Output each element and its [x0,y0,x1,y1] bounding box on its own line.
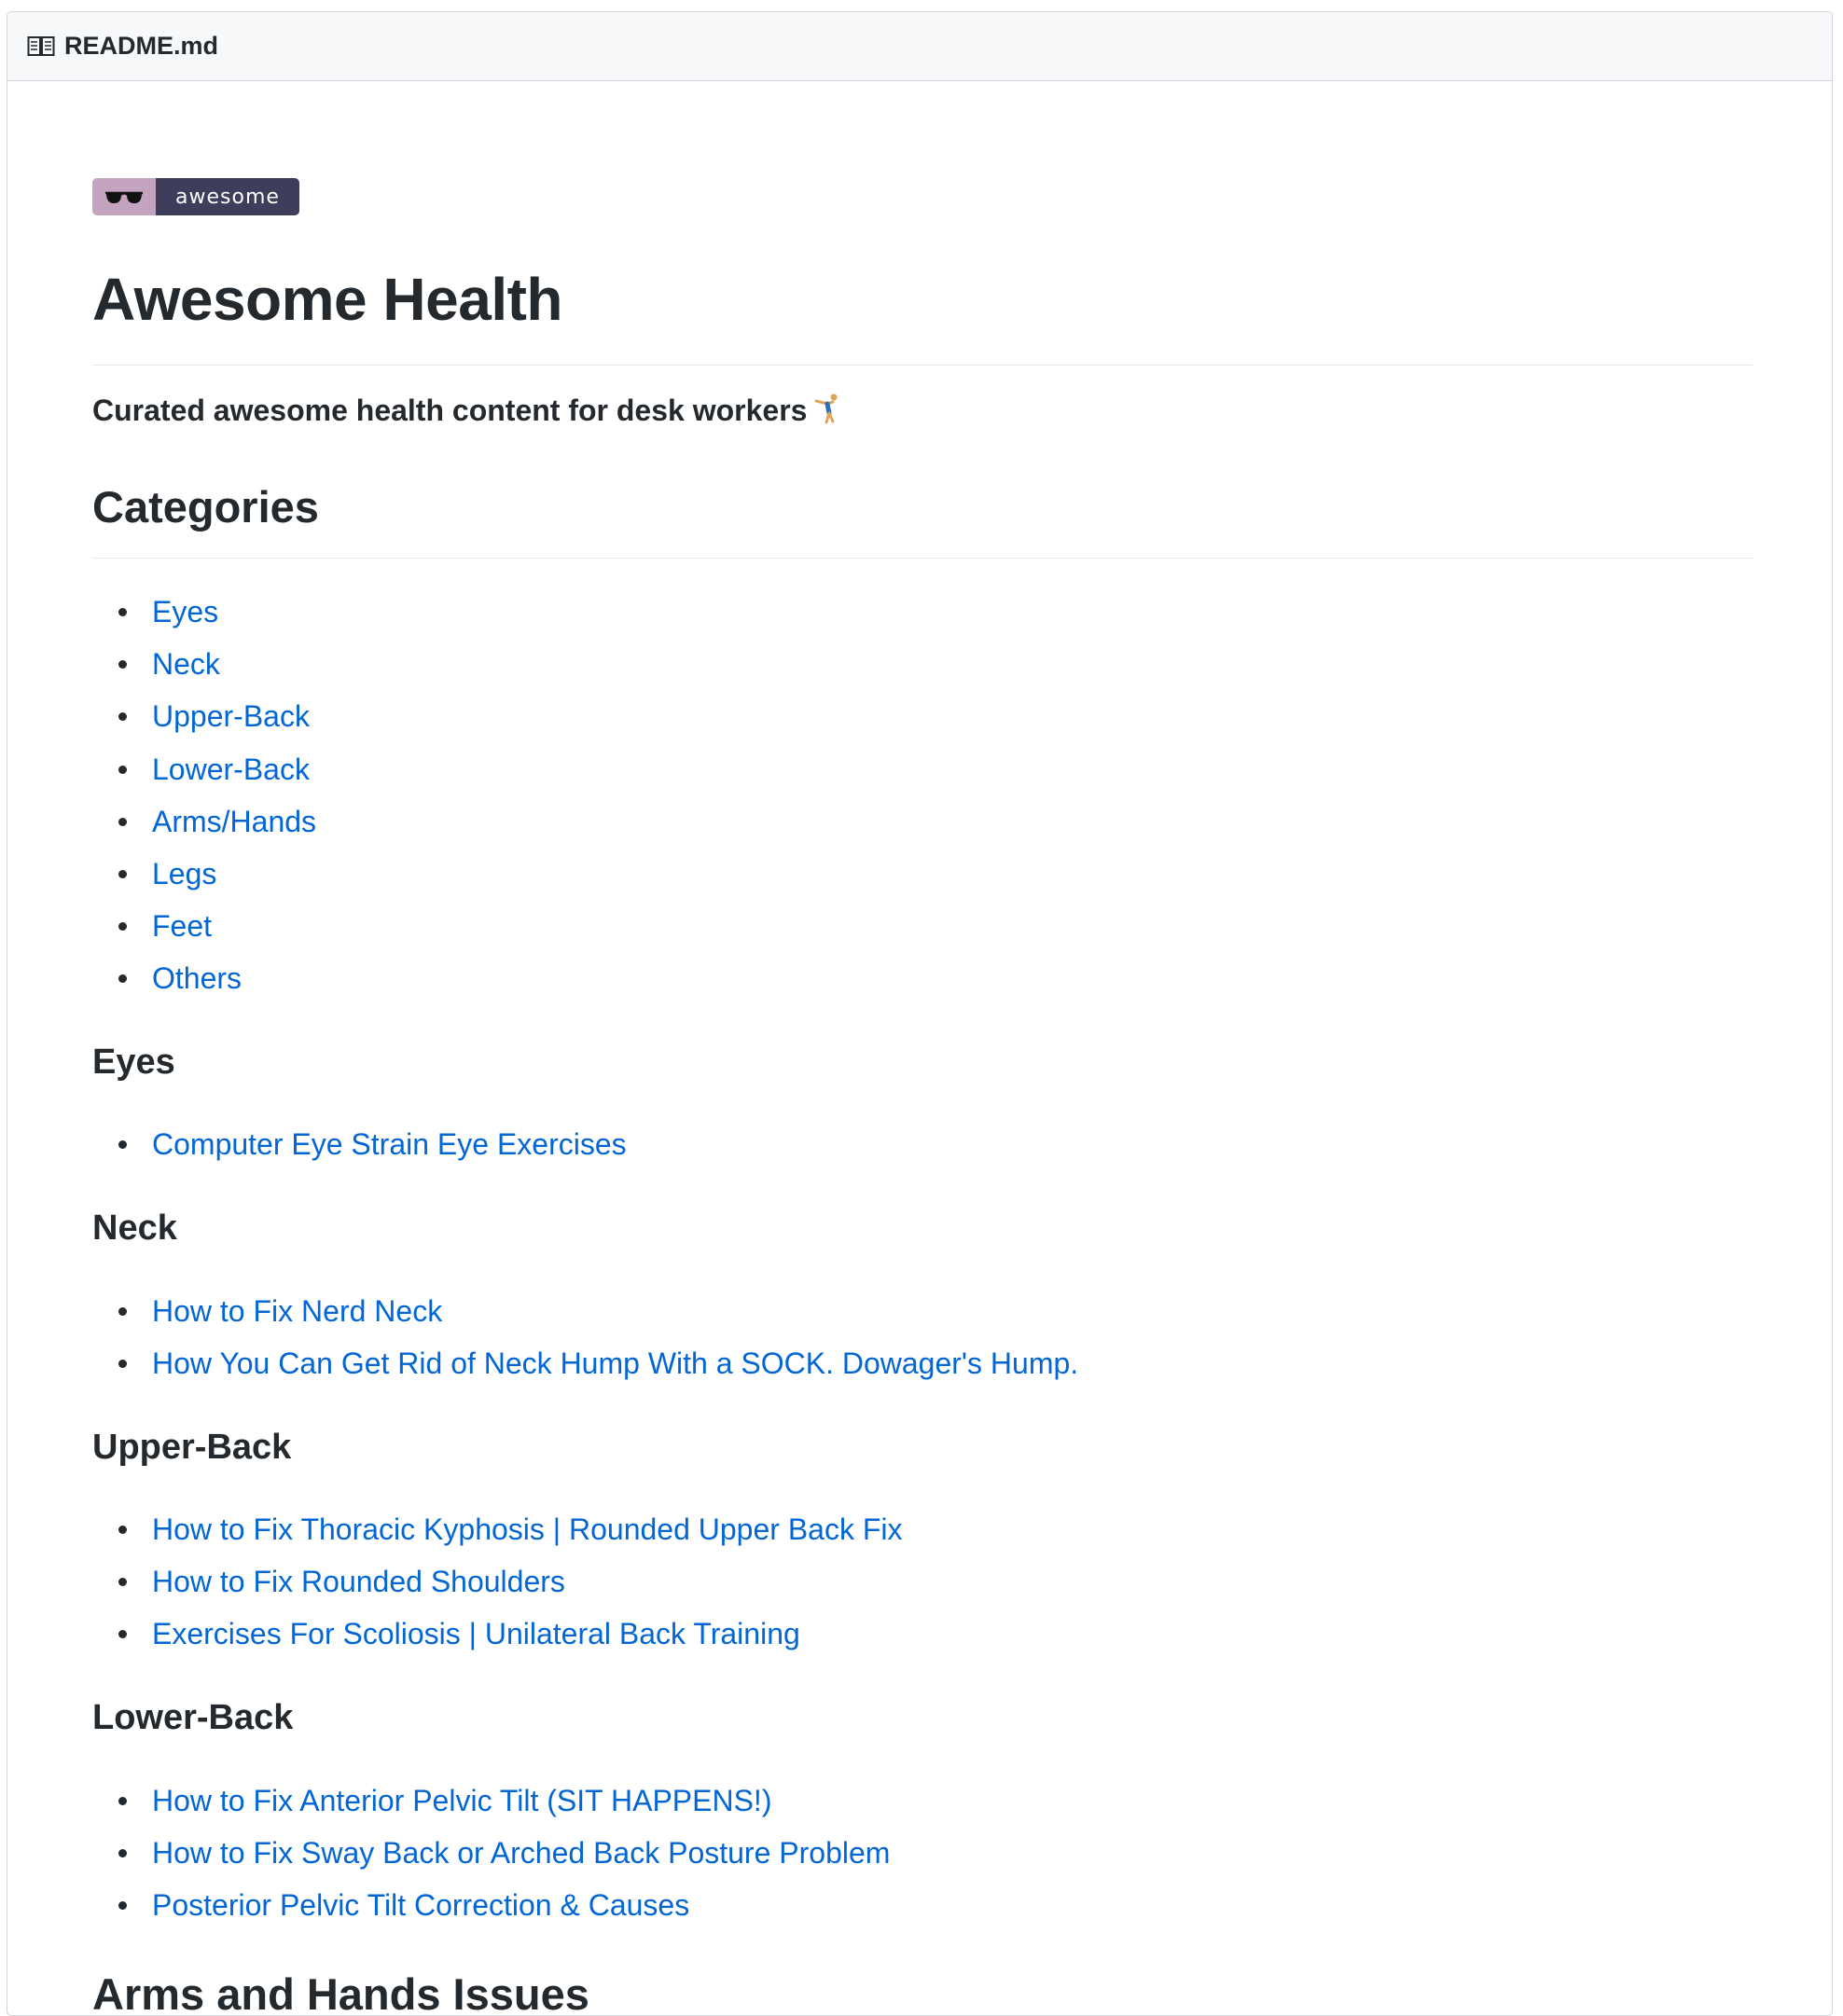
readme-container: README.md awesome Awesome Health Curated… [7,11,1833,2016]
category-item-eyes: Eyes [92,586,316,638]
book-icon [27,35,55,56]
section-heading-upper-back: Upper-Back [92,1428,292,1467]
category-link-others[interactable]: Others [152,961,242,995]
list-item: How to Fix Rounded Shoulders [92,1555,903,1608]
awesome-badge[interactable]: awesome [92,178,299,215]
lower-back-links: How to Fix Anterior Pelvic Tilt (SIT HAP… [92,1774,890,1932]
bullet [118,1360,127,1369]
section-heading-lower-back: Lower-Back [92,1698,294,1737]
section-heading-neck: Neck [92,1208,177,1248]
bullet [118,869,127,878]
neck-links: How to Fix Nerd Neck How You Can Get Rid… [92,1285,1078,1389]
category-link-arms-hands[interactable]: Arms/Hands [152,805,316,838]
bullet [118,974,127,984]
lower-back-link-1[interactable]: How to Fix Anterior Pelvic Tilt (SIT HAP… [152,1784,771,1817]
sunglasses-icon [105,191,143,203]
title-divider [92,365,1753,366]
readme-header: README.md [7,12,1832,81]
section-heading-eyes: Eyes [92,1043,175,1082]
bullet [118,922,127,932]
badge-label: awesome [156,178,299,215]
page-title: Awesome Health [92,266,563,333]
bullet [118,765,127,774]
category-item-others: Others [92,952,316,1004]
tagline-text: Curated awesome health content for desk … [92,394,808,427]
upper-back-link-1[interactable]: How to Fix Thoracic Kyphosis | Rounded U… [152,1512,903,1546]
category-link-upper-back[interactable]: Upper-Back [152,699,310,733]
category-item-lower-back: Lower-Back [92,743,316,795]
categories-heading: Categories [92,482,319,532]
category-link-legs[interactable]: Legs [152,857,216,891]
list-item: How to Fix Sway Back or Arched Back Post… [92,1827,890,1879]
category-item-feet: Feet [92,900,316,952]
list-item: Posterior Pelvic Tilt Correction & Cause… [92,1879,890,1931]
list-item: Computer Eye Strain Eye Exercises [92,1118,627,1170]
bullet [118,1140,127,1149]
categories-list: Eyes Neck Upper-Back Lower-Back Arms/Han… [92,586,316,1005]
neck-link-1[interactable]: How to Fix Nerd Neck [152,1294,442,1328]
category-item-neck: Neck [92,638,316,690]
bullet [118,1526,127,1534]
list-item: Exercises For Scoliosis | Unilateral Bac… [92,1608,903,1660]
bullet [118,1901,127,1911]
section-heading-arms-hands: Arms and Hands Issues [92,1969,589,2016]
bullet [118,712,127,722]
lower-back-link-3[interactable]: Posterior Pelvic Tilt Correction & Cause… [152,1888,689,1922]
category-link-neck[interactable]: Neck [152,647,220,681]
list-item: How to Fix Thoracic Kyphosis | Rounded U… [92,1503,903,1555]
bullet [118,1307,127,1316]
badge-icon-area [92,178,156,215]
category-item-upper-back: Upper-Back [92,690,316,742]
bullet [118,660,127,670]
lower-back-link-2[interactable]: How to Fix Sway Back or Arched Back Post… [152,1836,890,1870]
bullet [118,817,127,826]
category-link-lower-back[interactable]: Lower-Back [152,753,310,786]
upper-back-link-3[interactable]: Exercises For Scoliosis | Unilateral Bac… [152,1617,800,1650]
neck-link-2[interactable]: How You Can Get Rid of Neck Hump With a … [152,1346,1078,1380]
category-item-legs: Legs [92,848,316,900]
categories-divider [92,558,1753,559]
bullet [118,1630,127,1639]
bullet [118,608,127,616]
list-item: How You Can Get Rid of Neck Hump With a … [92,1337,1078,1389]
eyes-link-1[interactable]: Computer Eye Strain Eye Exercises [152,1127,627,1161]
bullet [118,1849,127,1858]
category-item-arms-hands: Arms/Hands [92,795,316,848]
category-link-feet[interactable]: Feet [152,909,212,943]
readme-filename: README.md [64,32,219,60]
category-link-eyes[interactable]: Eyes [152,595,218,628]
tagline: Curated awesome health content for desk … [92,393,842,428]
list-item: How to Fix Nerd Neck [92,1285,1078,1337]
bullet [118,1578,127,1587]
upper-back-link-2[interactable]: How to Fix Rounded Shoulders [152,1565,565,1598]
eyes-links: Computer Eye Strain Eye Exercises [92,1118,627,1170]
list-item: How to Fix Anterior Pelvic Tilt (SIT HAP… [92,1774,890,1827]
upper-back-links: How to Fix Thoracic Kyphosis | Rounded U… [92,1503,903,1661]
bullet [118,1797,127,1805]
gymnast-icon [814,394,838,424]
